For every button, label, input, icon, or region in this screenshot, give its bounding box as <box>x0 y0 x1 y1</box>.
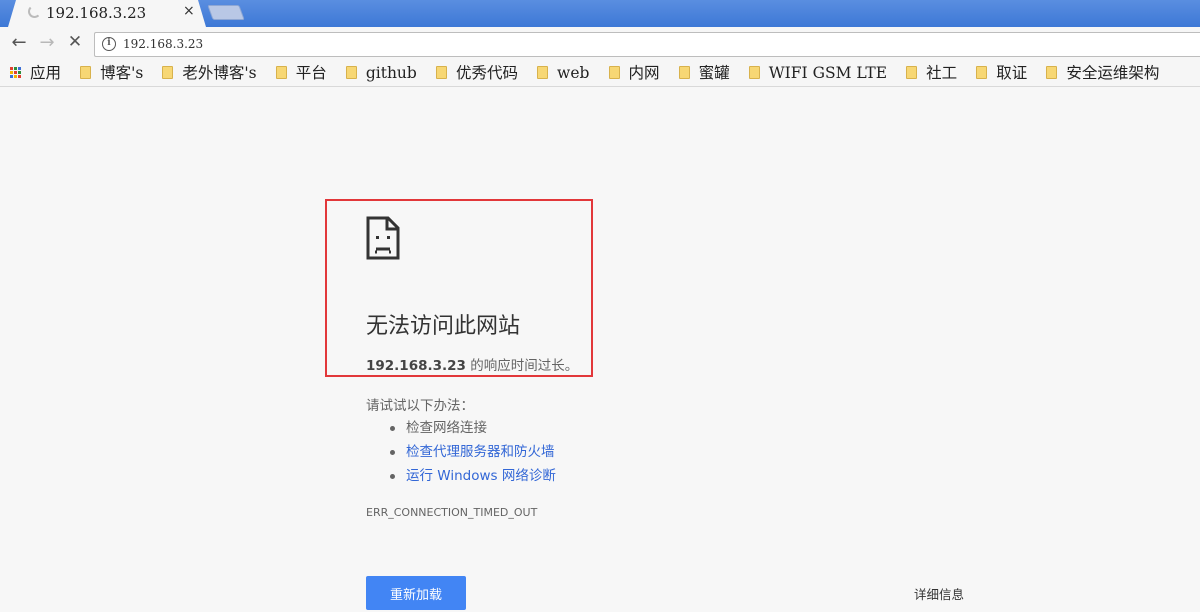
bookmark-label: 蜜罐 <box>698 64 730 82</box>
bookmark-folder[interactable]: 内网 <box>608 60 660 86</box>
address-bar[interactable]: i 192.168.3.23 <box>94 32 1200 57</box>
bookmark-label: 优秀代码 <box>455 64 518 82</box>
error-desc-text: 的响应时间过长。 <box>465 358 579 374</box>
suggestion-link[interactable]: 运行 Windows 网络诊断 <box>388 464 556 488</box>
back-arrow-icon[interactable]: ← <box>8 32 30 53</box>
suggestion-item: 检查网络连接 <box>388 416 556 440</box>
bookmark-folder[interactable]: 博客's <box>80 60 144 86</box>
folder-icon <box>976 66 988 79</box>
bookmark-label: 安全运维架构 <box>1066 64 1160 82</box>
error-description: 192.168.3.23 的响应时间过长。 <box>366 354 578 374</box>
bookmark-folder[interactable]: 优秀代码 <box>435 60 518 86</box>
error-page: 无法访问此网站 192.168.3.23 的响应时间过长。 请试试以下办法： 检… <box>0 88 1200 612</box>
bookmark-folder[interactable]: WIFI GSM LTE <box>748 60 888 86</box>
stop-loading-icon[interactable]: ✕ <box>64 32 86 52</box>
bookmark-folder[interactable]: 老外博客's <box>162 60 257 86</box>
reload-button[interactable]: 重新加载 <box>366 576 466 610</box>
folder-icon <box>162 66 174 79</box>
bookmarks-bar: 应用 博客's 老外博客's 平台 github 优秀代码 web 内网 蜜罐 … <box>0 60 1200 87</box>
error-title: 无法访问此网站 <box>366 314 521 339</box>
folder-icon <box>345 66 357 79</box>
bookmark-folder[interactable]: 社工 <box>906 60 958 86</box>
bookmark-folder[interactable]: 安全运维架构 <box>1046 60 1160 86</box>
bookmark-label: 应用 <box>30 64 62 82</box>
bookmark-folder[interactable]: 取证 <box>976 60 1028 86</box>
bookmark-folder[interactable]: 蜜罐 <box>678 60 730 86</box>
folder-icon <box>80 66 92 79</box>
error-host: 192.168.3.23 <box>366 358 466 374</box>
apps-grid-icon <box>10 67 22 79</box>
bookmark-folder[interactable]: web <box>537 60 590 86</box>
folder-icon <box>435 66 447 79</box>
address-url[interactable]: 192.168.3.23 <box>123 37 203 51</box>
bookmark-label: web <box>557 64 590 82</box>
folder-icon <box>748 66 760 79</box>
folder-icon <box>1046 66 1058 79</box>
suggestions-list: 检查网络连接 检查代理服务器和防火墙 运行 Windows 网络诊断 <box>388 416 556 488</box>
suggestion-link[interactable]: 检查代理服务器和防火墙 <box>388 440 556 464</box>
folder-icon <box>608 66 620 79</box>
folder-icon <box>537 66 549 79</box>
site-info-icon[interactable]: i <box>102 37 116 51</box>
bookmark-folder[interactable]: 平台 <box>275 60 327 86</box>
loading-spinner-icon <box>28 5 41 18</box>
tab-close-icon[interactable]: × <box>183 3 195 19</box>
bookmark-label: 平台 <box>295 64 327 82</box>
tab-strip: 192.168.3.23 × <box>0 0 1200 27</box>
bookmark-label: WIFI GSM LTE <box>768 64 888 82</box>
folder-icon <box>275 66 287 79</box>
bookmark-apps[interactable]: 应用 <box>10 60 62 86</box>
active-tab[interactable]: 192.168.3.23 × <box>8 0 206 27</box>
bookmark-label: 老外博客's <box>182 64 257 82</box>
bookmark-label: 社工 <box>926 64 958 82</box>
sad-page-icon <box>366 216 400 260</box>
bookmark-folder[interactable]: github <box>345 60 417 86</box>
error-code: ERR_CONNECTION_TIMED_OUT <box>366 506 538 519</box>
details-button[interactable]: 详细信息 <box>914 584 964 603</box>
folder-icon <box>678 66 690 79</box>
bookmark-label: 内网 <box>628 64 660 82</box>
bookmark-label: 取证 <box>996 64 1028 82</box>
folder-icon <box>906 66 918 79</box>
bookmark-label: github <box>365 64 417 82</box>
forward-arrow-icon[interactable]: → <box>36 32 58 53</box>
suggestions-heading: 请试试以下办法： <box>366 398 474 414</box>
bookmark-label: 博客's <box>100 64 144 82</box>
tab-title: 192.168.3.23 <box>46 4 147 22</box>
new-tab-button[interactable] <box>207 5 245 20</box>
